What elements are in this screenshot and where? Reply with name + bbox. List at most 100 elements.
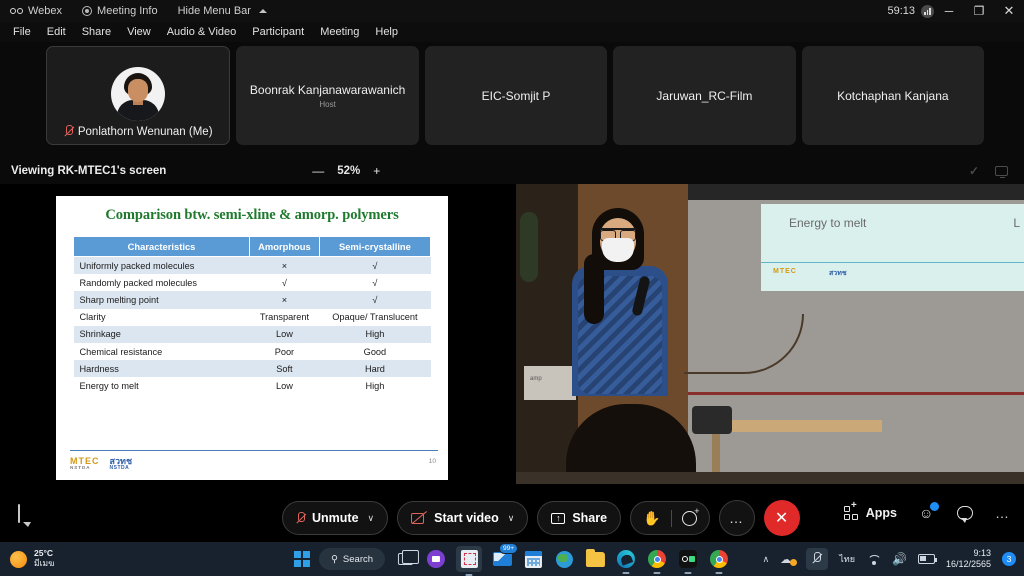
zoom-out-button[interactable]: — [312,164,324,178]
tray-mic-muted-icon[interactable] [806,548,829,570]
apps-button[interactable]: Apps [843,500,897,520]
menu-item-meeting[interactable]: Meeting [312,26,367,38]
taskbar-mail-icon[interactable]: 99+ [491,543,519,570]
cell-characteristic: Hardness [73,360,250,378]
cell-amorphous: Transparent [249,308,320,326]
taskbar-chrome-icon[interactable] [646,548,668,574]
menu-item-participant[interactable]: Participant [244,26,312,38]
notification-badge[interactable]: 3 [1002,552,1016,566]
shared-slide[interactable]: Comparison btw. semi-xline & amorp. poly… [56,196,448,480]
table-row: Energy to melt Low High [73,377,431,395]
menu-item-view[interactable]: View [119,26,159,38]
participants-button[interactable]: ☺ [919,502,939,521]
webex-meeting-window: Webex Meeting Info Hide Menu Bar 59:13 ─… [0,0,1024,576]
projected-nstda-logo: สวทช [829,270,847,277]
weather-widget[interactable]: 25°C มีเมฆ [0,548,55,569]
column-header-amorphous: Amorphous [249,236,320,257]
volume-icon[interactable]: 🔊 [892,552,907,566]
cell-amorphous: × [249,256,320,275]
menu-item-file[interactable]: File [5,26,39,38]
menu-item-audio-video[interactable]: Audio & Video [159,26,245,38]
language-indicator[interactable]: ไทย [839,552,855,566]
equipment-box [524,366,576,400]
search-icon: ⚲ [330,553,338,565]
chat-button[interactable] [957,506,973,523]
taskbar-edge-icon[interactable] [615,548,637,574]
unmute-button[interactable]: Unmute ∨ [282,501,389,535]
minimize-button[interactable]: ─ [934,0,964,22]
battery-icon[interactable] [917,554,937,564]
more-options-button[interactable]: … [718,500,755,536]
participant-tile-self[interactable]: Ponlathorn Wenunan (Me) [46,46,231,145]
menu-item-help[interactable]: Help [367,26,406,38]
annotate-icon[interactable]: ✓ [969,164,979,178]
screen-layout-icon[interactable] [995,166,1008,178]
meeting-info-button[interactable]: Meeting Info [72,0,168,22]
system-tray: ∧ ☁ ไทย 🔊 9:13 16/12/2565 3 [763,548,1024,570]
weather-description: มีเมฆ [34,558,55,568]
chevron-down-icon[interactable]: ∨ [368,513,375,524]
participant-tile-host[interactable]: Boonrak Kanjanawarawanich Host [236,46,419,145]
taskbar-snipping-tool-icon[interactable] [456,546,483,576]
slide-number: 10 [428,458,436,465]
end-meeting-button[interactable]: ✕ [763,500,800,536]
search-box[interactable]: ⚲ Search [318,548,386,570]
reactions-icon[interactable] [681,506,700,526]
participant-tile-5[interactable]: Kotchaphan Kanjana [801,46,985,145]
maximize-button[interactable]: ❐ [964,0,994,22]
participant-tile-3[interactable]: EIC-Somjit P [424,46,608,145]
taskbar-calendar-icon[interactable] [522,548,544,570]
taskbar-chrome-icon-2[interactable] [708,548,730,574]
start-button[interactable] [293,551,310,567]
taskbar-globe-icon[interactable] [553,548,575,570]
taskbar-webex-icon[interactable] [425,548,447,570]
share-label: Share [572,511,608,525]
cell-characteristic: Energy to melt [73,377,250,395]
cell-characteristic: Uniformly packed molecules [73,256,250,275]
column-header-characteristics: Characteristics [73,236,250,257]
cell-amorphous: Low [249,325,320,343]
projected-mtec-logo: MTEC [773,268,797,275]
zoom-level-label[interactable]: 52% [337,165,360,177]
webex-brand: Webex [0,0,72,22]
cell-characteristic: Shrinkage [73,325,250,343]
onedrive-icon[interactable]: ☁ [780,553,798,566]
task-view-button[interactable] [394,548,419,570]
wifi-icon[interactable] [866,554,881,565]
table-row: Chemical resistance Poor Good [73,342,431,361]
presenter-video[interactable]: Energy to melt L MTEC สวทช amp [516,184,1024,484]
captions-button[interactable] [18,504,20,523]
primary-controls: Unmute ∨ Start video ∨ ↑ Share ✋ … ✕ [282,500,800,536]
table-row: Uniformly packed molecules × √ [73,256,431,275]
taskbar-file-explorer-icon[interactable] [584,548,606,570]
zoom-in-button[interactable]: + [373,164,380,178]
slide-title: Comparison btw. semi-xline & amorp. poly… [105,207,399,223]
participant-name: Kotchaphan Kanjana [837,88,949,103]
taskbar-obs-icon[interactable] [677,548,699,574]
nstda-logo: สวทช NSTDA [109,455,133,471]
tray-expand-icon[interactable]: ∧ [763,554,770,565]
menu-bar: File Edit Share View Audio & Video Parti… [0,22,1024,42]
network-signal-icon[interactable] [921,4,934,18]
close-button[interactable]: ✕ [994,0,1024,22]
table-header-row: Characteristics Amorphous Semi-crystalli… [73,236,432,257]
start-video-label: Start video [434,511,499,525]
cell-amorphous: Poor [249,342,320,361]
chevron-down-icon[interactable]: ∨ [508,513,515,524]
participant-tile-4[interactable]: Jaruwan_RC-Film [613,46,796,145]
hide-menu-bar-button[interactable]: Hide Menu Bar [168,0,277,22]
start-video-button[interactable]: Start video ∨ [397,501,529,535]
clock[interactable]: 9:13 16/12/2565 [946,548,991,570]
apps-label: Apps [865,506,897,520]
menu-item-share[interactable]: Share [74,26,119,38]
equipment-label: amp [530,376,542,382]
share-button[interactable]: ↑ Share [537,501,622,535]
more-panel-button[interactable]: … [995,505,1010,521]
participant-role: Host [319,99,336,109]
menu-item-edit[interactable]: Edit [39,26,74,38]
participant-name: Ponlathorn Wenunan (Me) [77,125,213,138]
cell-amorphous: Low [249,377,320,395]
divider [670,509,672,527]
cell-semicrystalline: High [319,377,431,395]
raise-hand-icon[interactable]: ✋ [643,510,660,527]
